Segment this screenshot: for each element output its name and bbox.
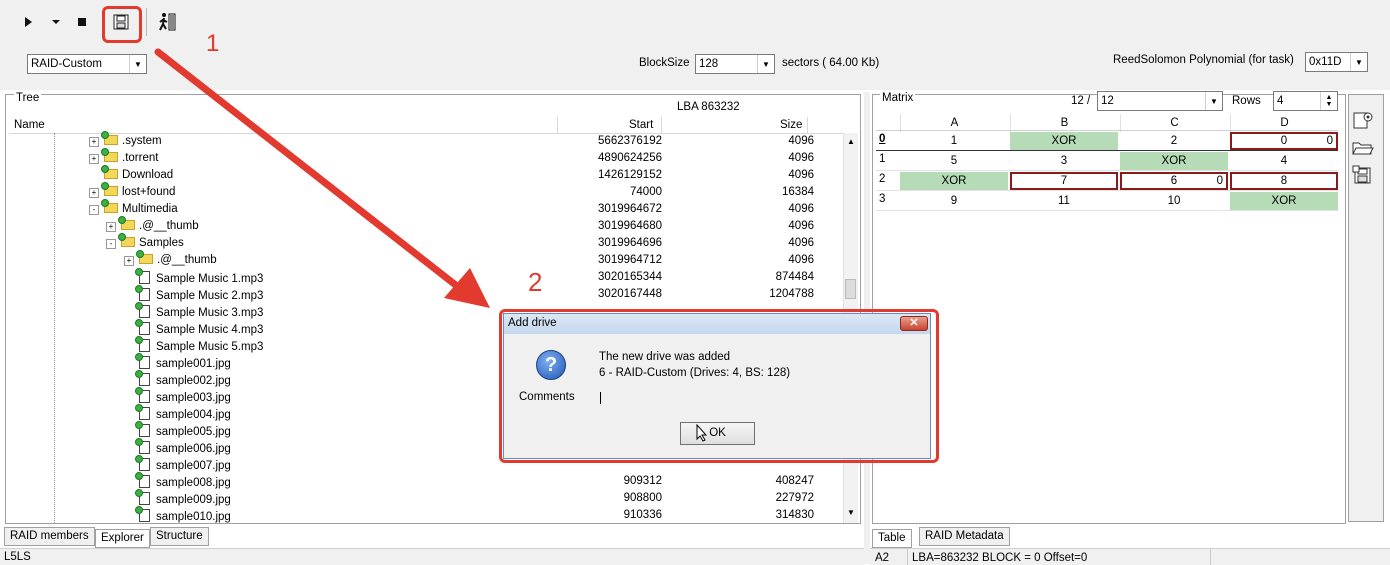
annotation-arrow	[154, 48, 490, 308]
